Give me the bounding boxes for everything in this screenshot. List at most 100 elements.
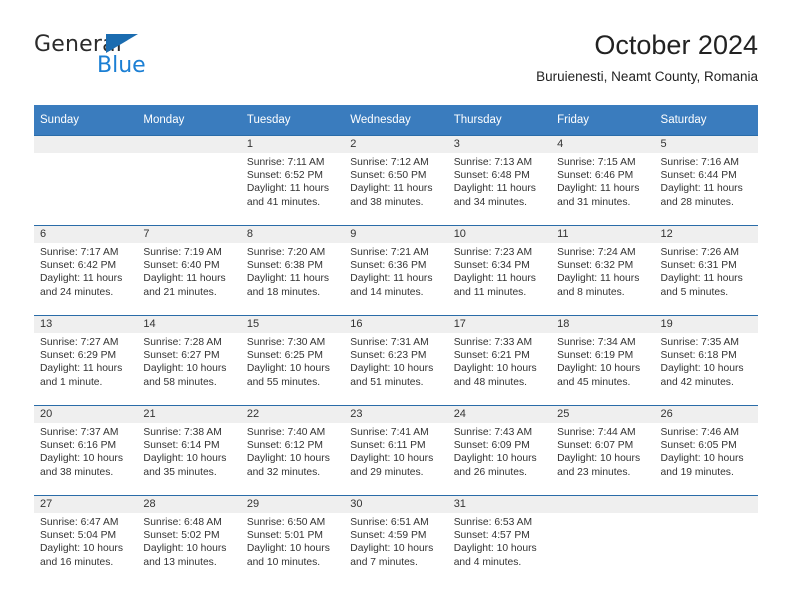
logo-triangle-icon [106,34,138,53]
daylight-text-line1: Daylight: 10 hours [40,453,123,465]
daylight-text-line2: and 55 minutes. [246,376,321,388]
daylight-text-line2: and 19 minutes. [660,466,734,478]
calendar-day-cell[interactable]: 26 Sunrise: 7:46 AM Sunset: 6:05 PM Dayligh… [654,405,758,496]
sunset-text: Sunset: 6:16 PM [40,440,117,452]
daylight-text-line1: Daylight: 10 hours [246,363,330,375]
day-details: Sunrise: 7:20 AM Sunset: 6:38 PM Daylight:… [241,243,344,299]
calendar-day-cell[interactable]: 20 Sunrise: 7:37 AM Sunset: 6:16 PM Dayligh… [34,405,138,496]
calendar-day-cell[interactable]: 17 Sunrise: 7:33 AM Sunset: 6:21 PM Dayligh… [447,315,552,406]
daylight-text-line1: Daylight: 10 hours [350,453,434,465]
calendar-day-cell[interactable]: 12 Sunrise: 7:26 AM Sunset: 6:31 PM Dayligh… [654,225,758,316]
day-details: Sunrise: 7:16 AM Sunset: 6:44 PM Daylight:… [655,153,758,209]
day-cell-content: 5 Sunrise: 7:16 AM Sunset: 6:44 PM Daylight… [654,136,758,225]
day-cell-content: 20 Sunrise: 7:37 AM Sunset: 6:16 PM Dayligh… [34,406,138,495]
calendar-day-cell[interactable]: 19 Sunrise: 7:35 AM Sunset: 6:18 PM Dayligh… [654,315,758,406]
sunset-text: Sunset: 6:46 PM [557,170,634,182]
day-number: 19 [654,316,758,333]
day-details: Sunrise: 7:33 AM Sunset: 6:21 PM Daylight:… [448,333,551,389]
calendar-day-cell[interactable]: 14 Sunrise: 7:28 AM Sunset: 6:27 PM Dayligh… [137,315,241,406]
sunset-text: Sunset: 6:34 PM [453,260,530,272]
calendar-day-cell-empty [137,135,241,226]
calendar-day-cell[interactable]: 30 Sunrise: 6:51 AM Sunset: 4:59 PM Dayligh… [344,495,448,585]
daylight-text-line1: Daylight: 10 hours [660,453,744,465]
day-cell-content: 28 Sunrise: 6:48 AM Sunset: 5:02 PM Dayligh… [137,496,241,585]
calendar-day-cell[interactable]: 21 Sunrise: 7:38 AM Sunset: 6:14 PM Dayligh… [137,405,241,496]
calendar-day-cell[interactable]: 5 Sunrise: 7:16 AM Sunset: 6:44 PM Daylight… [654,135,758,226]
day-details: Sunrise: 7:37 AM Sunset: 6:16 PM Daylight:… [34,423,137,479]
daylight-text-line2: and 26 minutes. [453,466,527,478]
daylight-text-line2: and 32 minutes. [246,466,321,478]
calendar-day-cell[interactable]: 27 Sunrise: 6:47 AM Sunset: 5:04 PM Dayligh… [34,495,138,585]
sunrise-text: Sunrise: 7:46 AM [660,427,739,438]
day-number: 15 [240,316,345,333]
day-cell-content: 27 Sunrise: 6:47 AM Sunset: 5:04 PM Dayligh… [34,496,138,585]
calendar-day-cell[interactable]: 10 Sunrise: 7:23 AM Sunset: 6:34 PM Dayligh… [447,225,552,316]
sunrise-text: Sunrise: 6:50 AM [246,517,326,528]
sunset-text: Sunset: 6:50 PM [350,170,427,182]
day-details: Sunrise: 7:46 AM Sunset: 6:05 PM Daylight:… [655,423,758,479]
daylight-text-line1: Daylight: 10 hours [453,543,537,555]
sunset-text: Sunset: 6:07 PM [557,440,634,452]
general-blue-logo[interactable]: General Blue [34,32,234,92]
daylight-text-line2: and 42 minutes. [660,376,734,388]
day-details: Sunrise: 7:28 AM Sunset: 6:27 PM Daylight:… [137,333,240,389]
calendar-day-cell[interactable]: 13 Sunrise: 7:27 AM Sunset: 6:29 PM Dayligh… [34,315,138,406]
day-cell-content [34,136,138,225]
daylight-text-line2: and 41 minutes. [246,196,321,208]
day-cell-content: 8 Sunrise: 7:20 AM Sunset: 6:38 PM Daylight… [240,226,345,315]
calendar-day-cell[interactable]: 1 Sunrise: 7:11 AM Sunset: 6:52 PM Daylight… [240,135,345,226]
calendar-day-cell[interactable]: 8 Sunrise: 7:20 AM Sunset: 6:38 PM Daylight… [240,225,345,316]
calendar-day-cell[interactable]: 29 Sunrise: 6:50 AM Sunset: 5:01 PM Dayligh… [240,495,345,585]
sunrise-text: Sunrise: 7:37 AM [40,427,119,438]
day-details: Sunrise: 7:19 AM Sunset: 6:40 PM Daylight:… [137,243,240,299]
calendar-day-cell[interactable]: 11 Sunrise: 7:24 AM Sunset: 6:32 PM Dayligh… [551,225,655,316]
daylight-text-line1: Daylight: 11 hours [40,363,123,375]
day-number: 16 [344,316,448,333]
calendar-day-cell[interactable]: 24 Sunrise: 7:43 AM Sunset: 6:09 PM Dayligh… [447,405,552,496]
day-number: 28 [137,496,241,513]
day-cell-content [551,496,655,585]
sunrise-text: Sunrise: 7:43 AM [453,427,533,438]
calendar-day-cell[interactable]: 6 Sunrise: 7:17 AM Sunset: 6:42 PM Daylight… [34,225,138,316]
day-details [137,153,240,156]
daylight-text-line2: and 31 minutes. [557,196,631,208]
weekday-header-thursday: Thursday [447,105,552,136]
day-cell-content: 29 Sunrise: 6:50 AM Sunset: 5:01 PM Dayligh… [240,496,345,585]
daylight-text-line2: and 29 minutes. [350,466,424,478]
calendar-page: General Blue October 2024 Buruienesti, N… [0,0,792,612]
sunrise-text: Sunrise: 7:40 AM [246,427,326,438]
calendar-day-cell-empty [34,135,138,226]
calendar-day-cell[interactable]: 4 Sunrise: 7:15 AM Sunset: 6:46 PM Daylight… [551,135,655,226]
sunset-text: Sunset: 5:01 PM [246,530,323,542]
calendar-week-row: 1 Sunrise: 7:11 AM Sunset: 6:52 PM Daylight… [34,135,758,226]
calendar-day-cell[interactable]: 23 Sunrise: 7:41 AM Sunset: 6:11 PM Dayligh… [344,405,448,496]
calendar-day-cell[interactable]: 31 Sunrise: 6:53 AM Sunset: 4:57 PM Dayligh… [447,495,552,585]
day-cell-content: 26 Sunrise: 7:46 AM Sunset: 6:05 PM Dayligh… [654,406,758,495]
sunset-text: Sunset: 6:48 PM [453,170,530,182]
calendar-day-cell[interactable]: 16 Sunrise: 7:31 AM Sunset: 6:23 PM Dayligh… [344,315,448,406]
calendar-day-cell[interactable]: 15 Sunrise: 7:30 AM Sunset: 6:25 PM Dayligh… [240,315,345,406]
calendar-day-cell[interactable]: 25 Sunrise: 7:44 AM Sunset: 6:07 PM Dayligh… [551,405,655,496]
calendar-day-cell[interactable]: 3 Sunrise: 7:13 AM Sunset: 6:48 PM Daylight… [447,135,552,226]
calendar-week-row: 6 Sunrise: 7:17 AM Sunset: 6:42 PM Daylight… [34,225,758,316]
calendar-day-cell[interactable]: 22 Sunrise: 7:40 AM Sunset: 6:12 PM Dayligh… [240,405,345,496]
weekday-header-tuesday: Tuesday [240,105,345,136]
calendar-day-cell[interactable]: 18 Sunrise: 7:34 AM Sunset: 6:19 PM Dayligh… [551,315,655,406]
day-number: 25 [551,406,655,423]
day-details: Sunrise: 6:53 AM Sunset: 4:57 PM Daylight:… [448,513,551,569]
day-number [34,136,138,153]
calendar-body: 1 Sunrise: 7:11 AM Sunset: 6:52 PM Daylight… [34,135,758,585]
sunrise-text: Sunrise: 7:11 AM [246,157,325,168]
calendar-day-cell[interactable]: 9 Sunrise: 7:21 AM Sunset: 6:36 PM Daylight… [344,225,448,316]
sunrise-text: Sunrise: 6:48 AM [143,517,222,528]
calendar-day-cell[interactable]: 2 Sunrise: 7:12 AM Sunset: 6:50 PM Daylight… [344,135,448,226]
daylight-text-line2: and 16 minutes. [40,556,114,568]
daylight-text-line2: and 28 minutes. [660,196,734,208]
day-details [551,513,654,516]
calendar-day-cell[interactable]: 7 Sunrise: 7:19 AM Sunset: 6:40 PM Daylight… [137,225,241,316]
day-details: Sunrise: 7:44 AM Sunset: 6:07 PM Daylight:… [551,423,654,479]
day-cell-content: 25 Sunrise: 7:44 AM Sunset: 6:07 PM Dayligh… [551,406,655,495]
calendar-day-cell[interactable]: 28 Sunrise: 6:48 AM Sunset: 5:02 PM Dayligh… [137,495,241,585]
day-number: 13 [34,316,138,333]
page-title: October 2024 [594,30,758,60]
